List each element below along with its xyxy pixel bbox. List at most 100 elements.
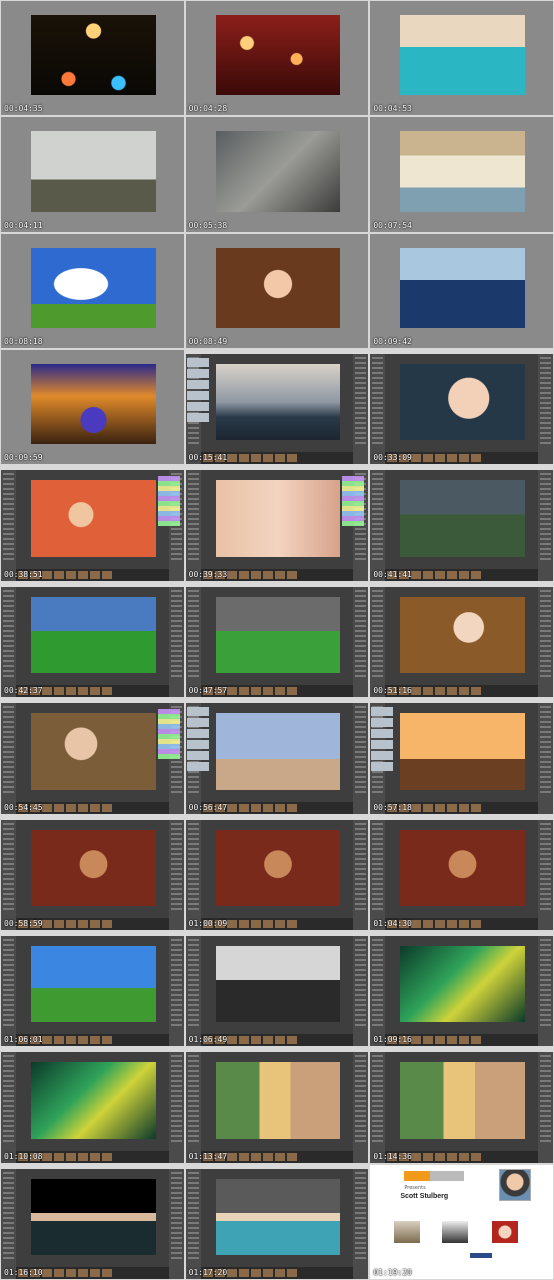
right-panel: [168, 586, 184, 698]
timestamp: 00:39:33: [188, 569, 228, 579]
timestamp: 01:16:10: [4, 1267, 43, 1277]
photo-thumbnail: [215, 131, 341, 212]
app-menubar: [370, 350, 553, 355]
avatar: [498, 1168, 531, 1201]
left-panel: [185, 1168, 201, 1279]
timestamp: 00:56:47: [188, 802, 228, 812]
editor-canvas-image: [215, 945, 341, 1023]
thumbnail-cell[interactable]: 01:04:30: [369, 814, 554, 931]
thumbnail-cell[interactable]: 00:08:18: [0, 232, 185, 350]
right-panel: [168, 935, 184, 1047]
editor-canvas-image: [215, 1062, 341, 1139]
editor-canvas-image: [400, 713, 525, 790]
thumbnail-cell[interactable]: 01:14:36: [369, 1047, 554, 1164]
app-menubar: [1, 1164, 184, 1169]
app-menubar: [370, 466, 553, 471]
app-menubar: [1, 1048, 184, 1053]
timestamp: 00:47:57: [188, 686, 228, 696]
photo-thumbnail: [215, 247, 341, 329]
thumbnail-cell[interactable]: 00:47:57: [184, 581, 370, 699]
timestamp: 00:04:28: [188, 104, 228, 114]
thumbnail-cell[interactable]: 01:06:01: [0, 930, 185, 1048]
timestamp: 01:00:09: [188, 918, 228, 928]
left-panel: [1, 1052, 16, 1163]
thumbnail-cell[interactable]: 00:04:11: [0, 116, 185, 233]
thumbnail-cell[interactable]: 00:51:16: [369, 581, 554, 699]
software-logo: [430, 1170, 465, 1181]
thumbnail-cell[interactable]: 01:17:20: [184, 1163, 370, 1280]
editor-canvas-image: [31, 829, 156, 906]
photo-thumbnail: [400, 131, 525, 212]
right-panel: [537, 354, 553, 465]
app-menubar: [370, 815, 553, 820]
presents-text: Presents: [404, 1184, 426, 1191]
timestamp: 00:08:49: [188, 337, 228, 347]
thumbnail-cell[interactable]: 00:04:28: [184, 0, 370, 117]
left-panel: [1, 1168, 16, 1279]
right-panel: [537, 703, 553, 814]
timestamp: 00:07:54: [373, 220, 412, 230]
app-menubar: [370, 582, 553, 587]
editor-canvas-image: [215, 364, 341, 441]
app-menubar: [185, 1048, 369, 1053]
thumbnail-cell[interactable]: 00:07:54: [369, 116, 554, 233]
editor-canvas-image: [400, 596, 525, 674]
color-palette-panel: [157, 476, 180, 527]
thumbnail-cell[interactable]: 00:05:38: [184, 116, 370, 233]
timestamp: 00:51:16: [373, 686, 412, 696]
thumbnail-cell[interactable]: 01:00:09: [184, 814, 370, 931]
right-panel: [168, 819, 184, 930]
thumbnail-cell[interactable]: 00:54:45: [0, 698, 185, 815]
editor-canvas-image: [400, 480, 525, 557]
thumbnail-cell[interactable]: 00:09:42: [369, 232, 554, 350]
left-panel: [1, 586, 16, 698]
thumbnail-cell[interactable]: 00:04:35: [0, 0, 185, 117]
left-panel: [185, 819, 201, 930]
thumbnail-cell[interactable]: 00:56:47: [184, 698, 370, 815]
photo-thumbnail: [31, 364, 156, 445]
video-thumbnail-sheet: 00:04:35 00:04:28 00:04:53 00:04:11 00:05:38…: [0, 0, 554, 1280]
timestamp: 00:08:18: [4, 337, 43, 347]
sample-photo: [492, 1220, 519, 1243]
right-panel: [353, 819, 369, 930]
thumbnail-cell[interactable]: 00:41:41: [369, 465, 554, 582]
promo-slide: Presents Scott Stulberg: [370, 1164, 553, 1279]
right-panel: [353, 1052, 369, 1163]
app-menubar: [185, 931, 369, 936]
thumbnail-cell[interactable]: 00:38:51: [0, 465, 185, 582]
right-panel: [537, 470, 553, 581]
timestamp: 00:15:41: [188, 453, 228, 463]
thumbnail-cell[interactable]: 00:39:33: [184, 465, 370, 582]
thumbnail-cell[interactable]: 01:10:08: [0, 1047, 185, 1164]
thumbnail-cell[interactable]: 01:16:10: [0, 1163, 185, 1280]
thumbnail-cell[interactable]: 00:15:41: [184, 349, 370, 466]
thumbnail-cell[interactable]: 00:57:18: [369, 698, 554, 815]
editor-canvas-image: [400, 829, 525, 906]
left-panel: [1, 935, 16, 1047]
thumbnail-cell[interactable]: 00:09:59: [0, 349, 185, 466]
thumbnail-cell[interactable]: 01:06:49: [184, 930, 370, 1048]
thumbnail-cell[interactable]: 00:04:53: [369, 0, 554, 117]
left-panel: [370, 819, 386, 930]
right-panel: [168, 1052, 184, 1163]
sample-photo: [442, 1220, 469, 1243]
thumbnail-cell[interactable]: 00:58:59: [0, 814, 185, 931]
thumbnail-cell[interactable]: Presents Scott Stulberg 01:19:20: [369, 1163, 554, 1280]
thumbnail-cell[interactable]: 01:09:16: [369, 930, 554, 1048]
editor-canvas-image: [215, 829, 341, 906]
photo-thumbnail: [400, 247, 525, 329]
editor-canvas-image: [215, 713, 341, 790]
timestamp: 00:58:59: [4, 918, 43, 928]
left-panel: [370, 354, 386, 465]
thumbnail-cell[interactable]: 01:13:47: [184, 1047, 370, 1164]
left-panel: [185, 586, 201, 698]
editor-canvas-image: [215, 596, 341, 674]
left-panel: [370, 586, 386, 698]
thumbnail-cell[interactable]: 00:42:37: [0, 581, 185, 699]
timestamp: 01:19:20: [373, 1267, 412, 1277]
timestamp: 00:41:41: [373, 569, 412, 579]
app-menubar: [370, 1048, 553, 1053]
partner-logo: [470, 1252, 493, 1258]
thumbnail-cell[interactable]: 00:33:09: [369, 349, 554, 466]
thumbnail-cell[interactable]: 00:08:49: [184, 232, 370, 350]
